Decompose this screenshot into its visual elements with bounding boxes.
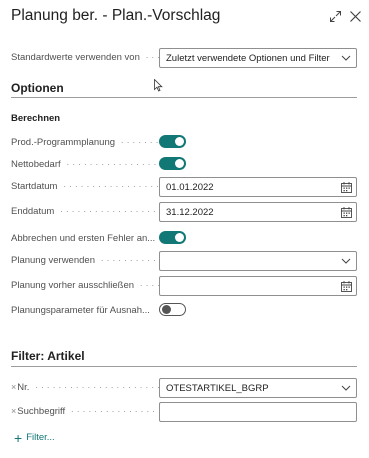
plus-icon: + <box>14 429 23 446</box>
abbrechen-label: Abbrechen und ersten Fehler an... <box>11 233 156 244</box>
calendar-icon[interactable] <box>340 280 352 292</box>
close-icon[interactable] <box>346 7 364 25</box>
calendar-icon[interactable] <box>340 206 352 218</box>
section-divider <box>11 97 357 98</box>
remove-filter-icon[interactable]: × <box>11 382 16 392</box>
nettobedarf-toggle[interactable] <box>159 157 186 170</box>
calendar-icon[interactable] <box>340 181 352 193</box>
abbrechen-row: Abbrechen und ersten Fehler an... <box>11 229 357 251</box>
planung-ausschliessen-row: Planung vorher ausschließen · · · · · · <box>11 276 357 298</box>
planung-verwenden-select[interactable] <box>159 251 357 271</box>
startdatum-value: 01.01.2022 <box>166 182 214 193</box>
nettobedarf-label: Nettobedarf · · · · · · · · · · · · · · … <box>11 159 159 170</box>
enddatum-input[interactable]: 31.12.2022 <box>159 202 357 222</box>
planung-verwenden-row: Planung verwenden · · · · · · · · · · · … <box>11 251 357 273</box>
expand-icon[interactable] <box>326 7 344 25</box>
enddatum-value: 31.12.2022 <box>166 207 214 218</box>
abbrechen-toggle[interactable] <box>159 231 186 244</box>
filter-nr-select[interactable]: OTESTARTIKEL_BGRP <box>159 378 357 398</box>
standardwerte-value: Zuletzt verwendete Optionen und Filter <box>166 53 330 64</box>
filter-nr-row: ×Nr. · · · · · · · · · · · · · · · · · ·… <box>11 378 357 400</box>
planung-ausschliessen-label: Planung vorher ausschließen · · · · · · <box>11 280 159 291</box>
add-filter-label: Filter... <box>26 432 55 443</box>
planungsparameter-label: Planungsparameter für Ausnah... <box>11 305 150 316</box>
section-title-optionen: Optionen <box>11 81 64 95</box>
mouse-cursor-icon <box>154 78 163 97</box>
startdatum-input[interactable]: 01.01.2022 <box>159 177 357 197</box>
section-divider <box>11 366 357 367</box>
standardwerte-select[interactable]: Zuletzt verwendete Optionen und Filter <box>159 48 357 68</box>
chevron-down-icon <box>340 52 352 64</box>
planung-ausschliessen-input[interactable] <box>159 276 357 296</box>
standardwerte-label: Standardwerte verwenden von · · · · · <box>11 52 159 63</box>
startdatum-label: Startdatum · · · · · · · · · · · · · · ·… <box>11 181 159 192</box>
planungsparameter-toggle[interactable] <box>159 303 186 316</box>
prod-programmplanung-row: Prod.-Programmplanung · · · · · · · · · … <box>11 133 357 155</box>
chevron-down-icon <box>340 255 352 267</box>
filter-nr-value: OTESTARTIKEL_BGRP <box>166 383 269 394</box>
filter-nr-label: ×Nr. · · · · · · · · · · · · · · · · · ·… <box>11 382 159 393</box>
startdatum-row: Startdatum · · · · · · · · · · · · · · ·… <box>11 177 357 199</box>
filter-suchbegriff-label: ×Suchbegriff · · · · · · · · · · · · · ·… <box>11 406 159 417</box>
planung-verwenden-label: Planung verwenden · · · · · · · · · · · … <box>11 255 159 266</box>
section-title-filter: Filter: Artikel <box>11 349 85 363</box>
prod-programmplanung-toggle[interactable] <box>159 135 186 148</box>
standardwerte-row: Standardwerte verwenden von · · · · · Zu… <box>11 48 357 70</box>
nettobedarf-row: Nettobedarf · · · · · · · · · · · · · · … <box>11 155 357 177</box>
add-filter-button[interactable]: + Filter... <box>14 429 55 446</box>
filter-suchbegriff-input[interactable] <box>159 402 357 422</box>
chevron-down-icon <box>340 382 352 394</box>
planungsparameter-row: Planungsparameter für Ausnah... <box>11 301 357 323</box>
enddatum-label: Enddatum · · · · · · · · · · · · · · · ·… <box>11 206 159 217</box>
group-label-berechnen: Berechnen <box>11 113 61 124</box>
filter-suchbegriff-row: ×Suchbegriff · · · · · · · · · · · · · ·… <box>11 402 357 424</box>
remove-filter-icon[interactable]: × <box>11 406 16 416</box>
dialog-header: Planung ber. - Plan.-Vorschlag <box>0 0 369 36</box>
dialog-title: Planung ber. - Plan.-Vorschlag <box>11 7 221 24</box>
enddatum-row: Enddatum · · · · · · · · · · · · · · · ·… <box>11 202 357 224</box>
prod-programmplanung-label: Prod.-Programmplanung · · · · · · · · · … <box>11 137 159 148</box>
